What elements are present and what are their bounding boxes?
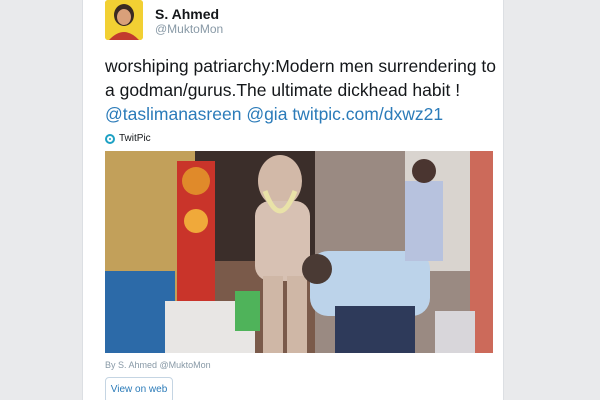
mention-taslimanasreen[interactable]: @taslimanasreen [105,104,241,124]
mention-gia[interactable]: @gia [246,104,287,124]
author-handle[interactable]: @MuktoMon [155,22,223,36]
view-on-web-button[interactable]: View on web [105,377,173,400]
tweet-body: worshiping patriarchy:Modern men surrend… [105,56,497,100]
author-avatar[interactable] [105,0,143,40]
avatar-portrait [105,0,143,40]
media-credit: By S. Ahmed @MuktoMon [105,360,211,370]
tweet-text: worshiping patriarchy:Modern men surrend… [105,54,501,126]
tweet-url-link[interactable]: twitpic.com/dxwz21 [292,104,443,124]
media-photo[interactable] [105,151,493,353]
provider-name: TwitPic [119,133,151,144]
twitpic-icon [105,133,115,144]
tweet-card: S. Ahmed @MuktoMon worshiping patriarchy… [82,0,504,400]
photo-scene [105,151,493,353]
author-name[interactable]: S. Ahmed [155,6,219,22]
media-provider[interactable]: TwitPic [105,133,151,144]
